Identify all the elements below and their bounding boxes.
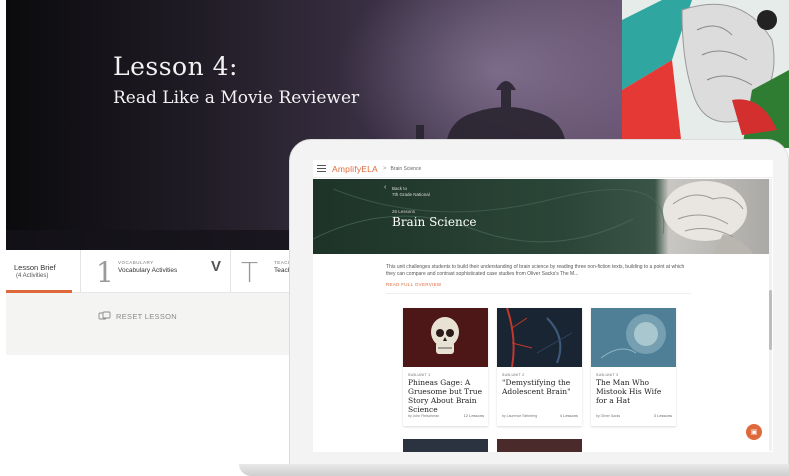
lesson-tabs: Lesson Brief (4 Activities) 1 VOCABULARY… [6,250,299,293]
sub-unit-title: Phineas Gage: A Gruesome but True Story … [408,378,483,414]
unit-title: Brain Science [392,215,477,229]
app-top-bar: AmplifyELA > Brain Science [313,160,773,178]
read-full-overview-link[interactable]: READ FULL OVERVIEW [386,282,441,287]
chevron-left-icon[interactable]: ‹ [384,184,386,191]
neuron-background-art [313,181,753,254]
hamburger-icon[interactable] [317,165,326,172]
breadcrumb-separator: > [382,165,387,172]
sub-unit-card-partial[interactable] [497,439,582,452]
sub-unit-card[interactable]: SUB-UNIT 3 The Man Who Mistook His Wife … [591,308,676,426]
sub-unit-label: SUB-UNIT 3 [596,373,619,377]
breadcrumb[interactable]: Brain Science [390,166,421,172]
back-link-line2: 7th Grade National [392,191,430,197]
screenshot-stage: Lesson 4: Read Like a Movie Reviewer Les… [0,0,789,476]
unit-description: This unit challenges students to build t… [386,264,685,277]
laptop-screen: AmplifyELA > Brain Science ‹ Back to 7th… [313,160,773,452]
divider [386,293,691,294]
sub-unit-label: SUB-UNIT 2 [502,373,525,377]
app-brand-logo[interactable]: AmplifyELA [332,164,378,174]
sub-unit-author: by Oliver Sacks [596,414,621,418]
sub-unit-author: by Laurence Steinberg [502,414,538,418]
sub-unit-title: "Demystifying the Adolescent Brain" [502,378,571,396]
sub-unit-author: by John Fleischman [408,414,440,418]
sub-unit-lesson-count: 3 Lessons [653,413,672,418]
neuron-image [497,308,582,367]
unit-lesson-count: 26 Lessons [392,209,416,214]
lesson-lower-area: RESET LESSON [6,293,296,355]
collage-art [622,0,789,148]
scrollbar-thumb[interactable] [769,290,772,350]
sub-unit-card-partial[interactable] [403,439,488,452]
unit-hero-banner: ‹ Back to 7th Grade National 26 Lessons … [313,179,769,254]
reset-lesson-label: RESET LESSON [116,311,177,321]
sub-unit-lesson-count: 4 Lessons [559,413,578,418]
sub-unit-label: SUB-UNIT 1 [408,373,431,377]
cell-image [591,308,676,367]
teacher-letter: T [241,256,259,289]
brain-collage-illustration [622,0,789,148]
reset-lesson-button[interactable]: RESET LESSON [98,311,177,321]
cards-reset-icon [98,311,111,320]
back-link[interactable]: Back to 7th Grade National [392,186,430,197]
lesson-name-title: Read Like a Movie Reviewer [113,88,360,108]
laptop-base [239,464,789,476]
laptop-device: AmplifyELA > Brain Science ‹ Back to 7th… [239,139,789,476]
sub-unit-lesson-count: 12 Lessons [463,413,484,418]
sub-unit-card[interactable]: SUB-UNIT 2 "Demystifying the Adolescent … [497,308,582,426]
tab-teacher[interactable]: T TEACHER Teacher [6,250,299,293]
skull-image [403,308,488,367]
help-chat-icon[interactable]: ▣ [746,424,762,440]
lesson-number-title: Lesson 4: [113,52,238,81]
sub-unit-title: The Man Who Mistook His Wife for a Hat [596,378,662,405]
sub-unit-cards: SUB-UNIT 1 Phineas Gage: A Gruesome but … [403,308,683,452]
sub-unit-card[interactable]: SUB-UNIT 1 Phineas Gage: A Gruesome but … [403,308,488,426]
